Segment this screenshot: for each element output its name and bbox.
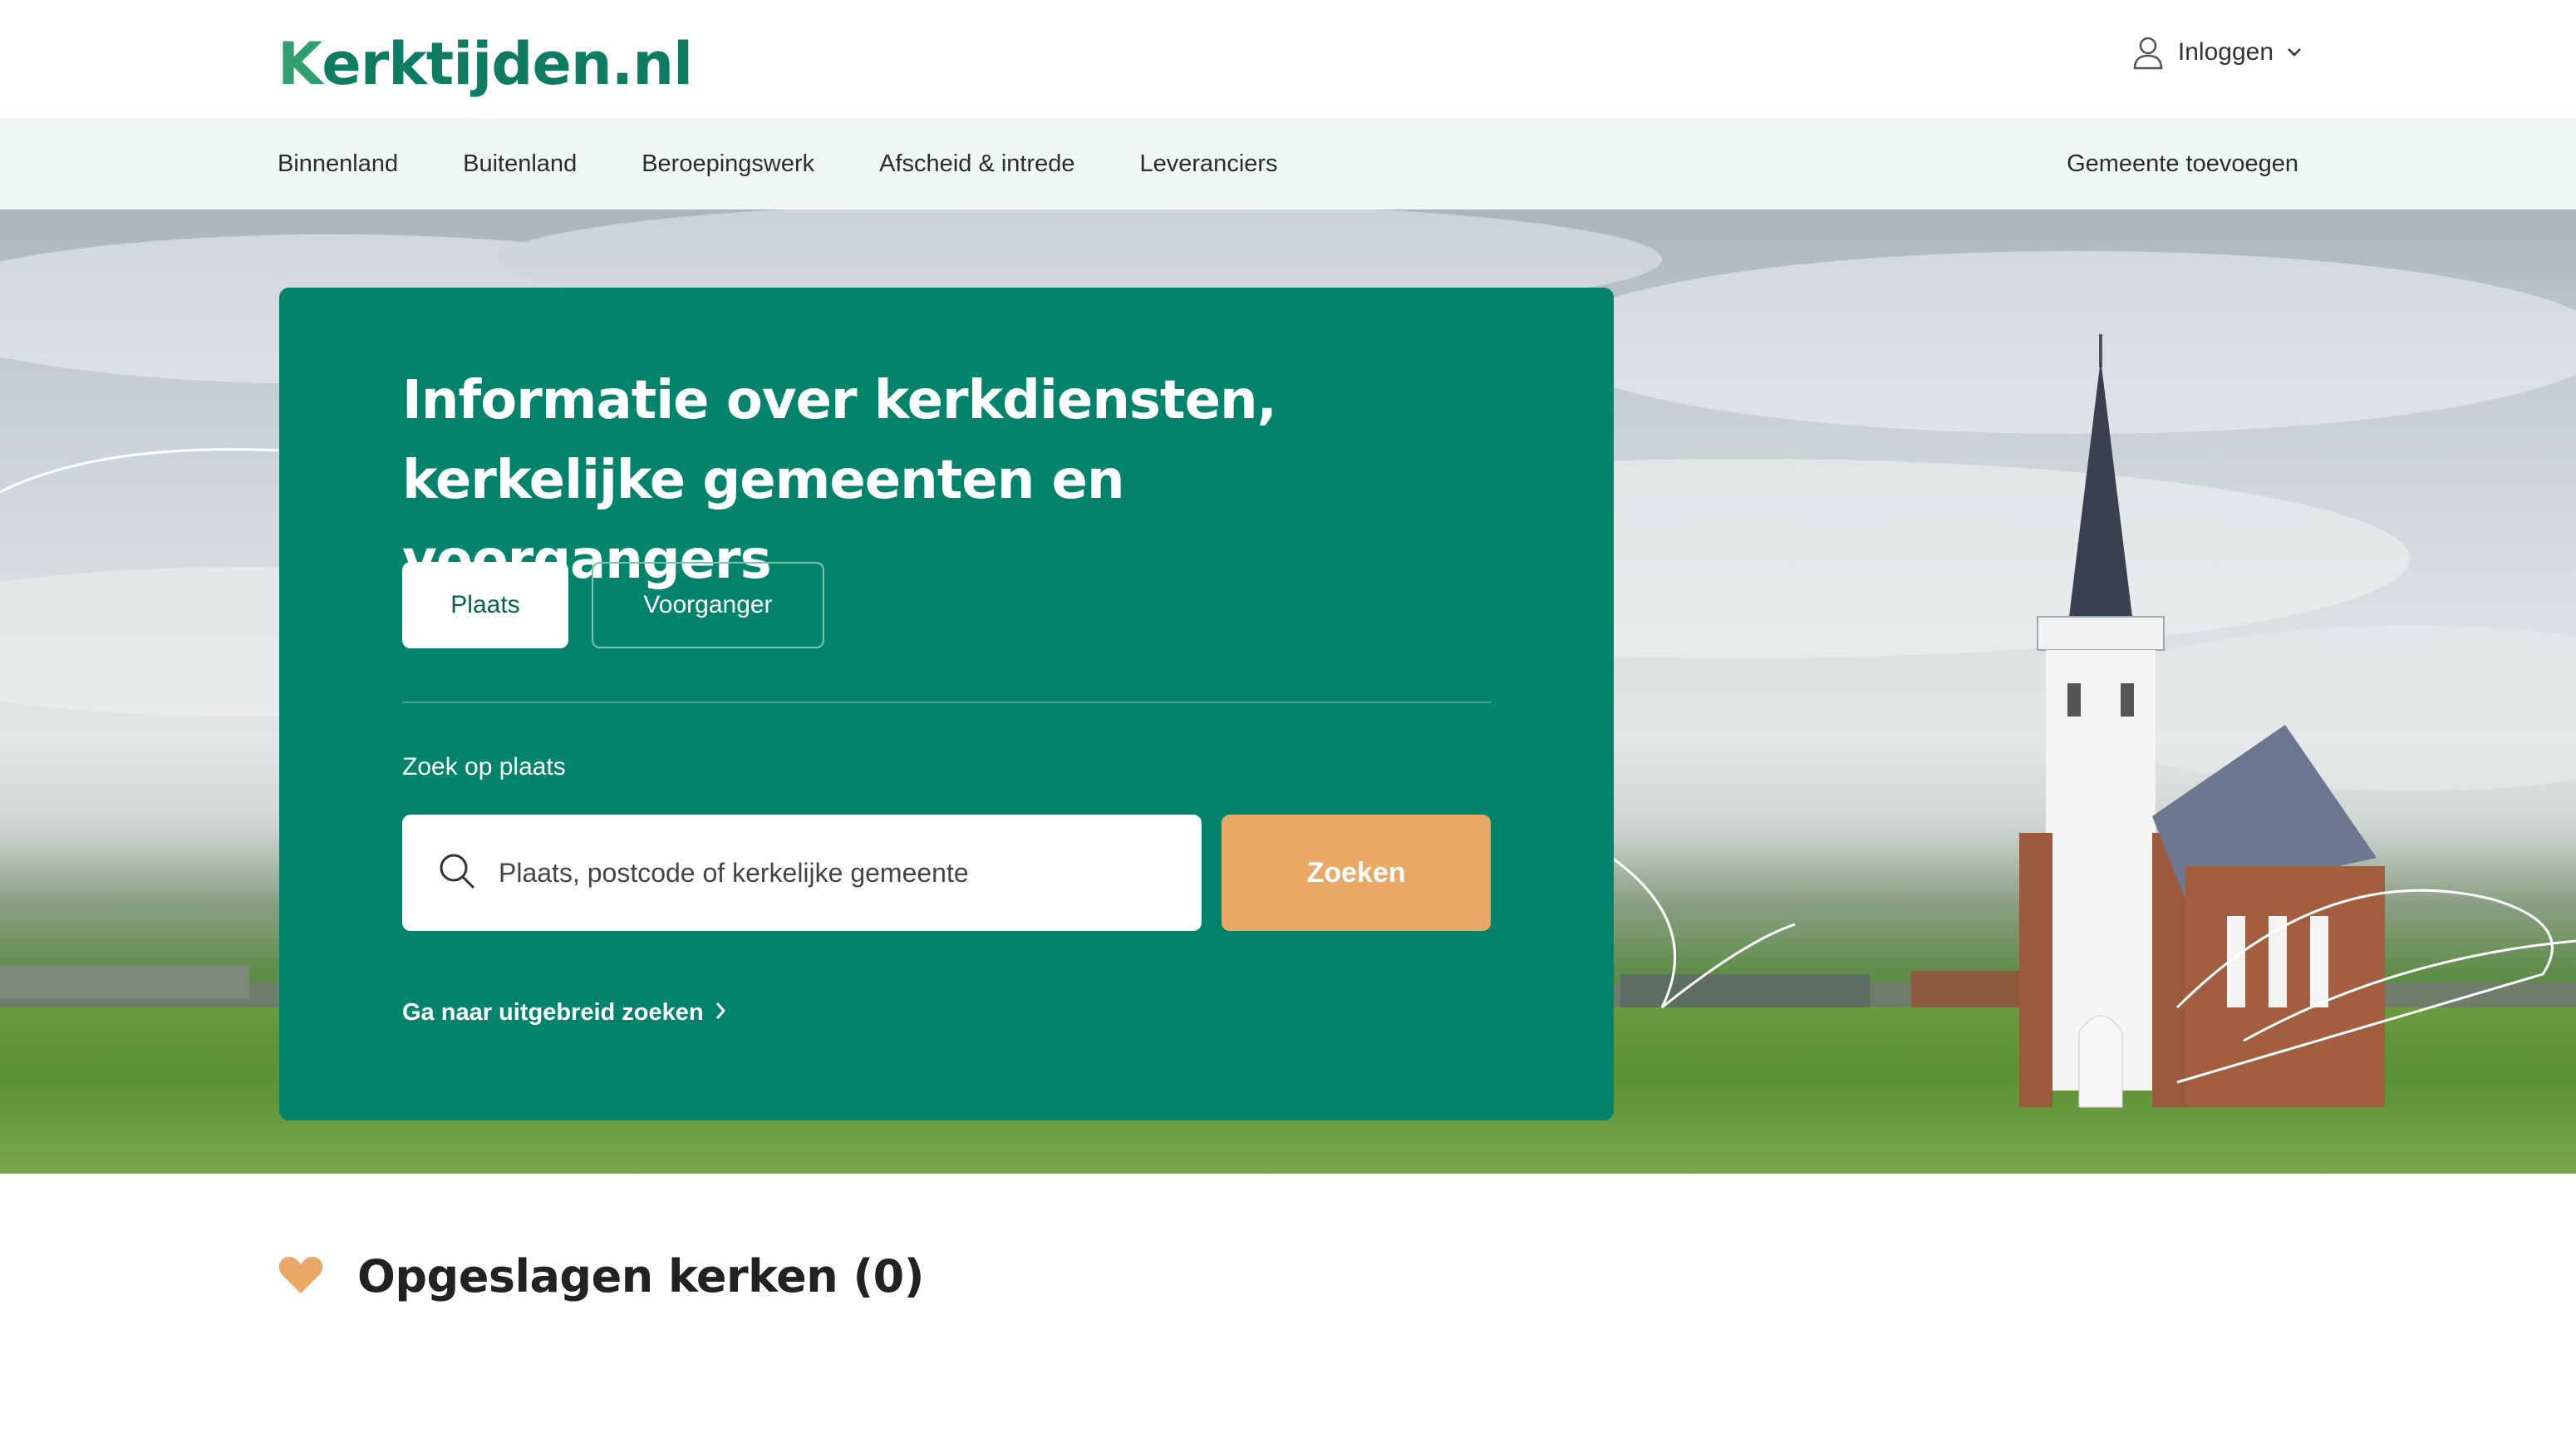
chevron-down-icon: [2287, 47, 2302, 57]
nav-list: Binnenland Buitenland Beroepingswerk Afs…: [278, 118, 1278, 209]
chevron-right-icon: [715, 999, 725, 1027]
advanced-search-label: Ga naar uitgebreid zoeken: [402, 999, 704, 1026]
nav-item-binnenland[interactable]: Binnenland: [278, 150, 398, 178]
search-button[interactable]: Zoeken: [1222, 815, 1491, 931]
search-card: Informatie over kerkdiensten, kerkelijke…: [279, 288, 1614, 1120]
saved-churches-section: Opgeslagen kerken (0): [278, 1247, 924, 1305]
heart-icon: [278, 1253, 324, 1299]
search-placeholder: Plaats, postcode of kerkelijke gemeente: [499, 857, 969, 888]
add-congregation-link[interactable]: Gemeente toevoegen: [2067, 118, 2298, 209]
nav-item-buitenland[interactable]: Buitenland: [463, 150, 577, 178]
hero-section: Informatie over kerkdiensten, kerkelijke…: [0, 209, 2576, 1174]
logo-k-mark: K: [278, 30, 322, 98]
login-menu[interactable]: Inloggen: [2131, 33, 2302, 71]
site-logo[interactable]: Kerktijden.nl: [278, 23, 693, 98]
nav-item-leveranciers[interactable]: Leveranciers: [1140, 150, 1278, 178]
user-icon: [2131, 35, 2165, 70]
hero-title-line-1: Informatie over kerkdiensten,: [402, 370, 1277, 431]
main-nav: Binnenland Buitenland Beroepingswerk Afs…: [0, 118, 2576, 209]
nav-item-afscheid-intrede[interactable]: Afscheid & intrede: [879, 150, 1074, 178]
tab-plaats[interactable]: Plaats: [402, 562, 568, 648]
nav-item-beroepingswerk[interactable]: Beroepingswerk: [642, 150, 814, 178]
advanced-search-link[interactable]: Ga naar uitgebreid zoeken: [402, 999, 725, 1027]
login-label: Inloggen: [2177, 38, 2274, 66]
card-divider: [402, 702, 1491, 703]
site-header: Kerktijden.nl Inloggen: [0, 0, 2576, 118]
search-label: Zoek op plaats: [402, 753, 566, 781]
search-input[interactable]: Plaats, postcode of kerkelijke gemeente: [402, 815, 1202, 931]
search-icon: [437, 851, 477, 895]
saved-churches-title: Opgeslagen kerken (0): [357, 1249, 924, 1303]
logo-text: erktijden.nl: [322, 30, 693, 98]
tab-voorganger[interactable]: Voorganger: [592, 562, 824, 648]
